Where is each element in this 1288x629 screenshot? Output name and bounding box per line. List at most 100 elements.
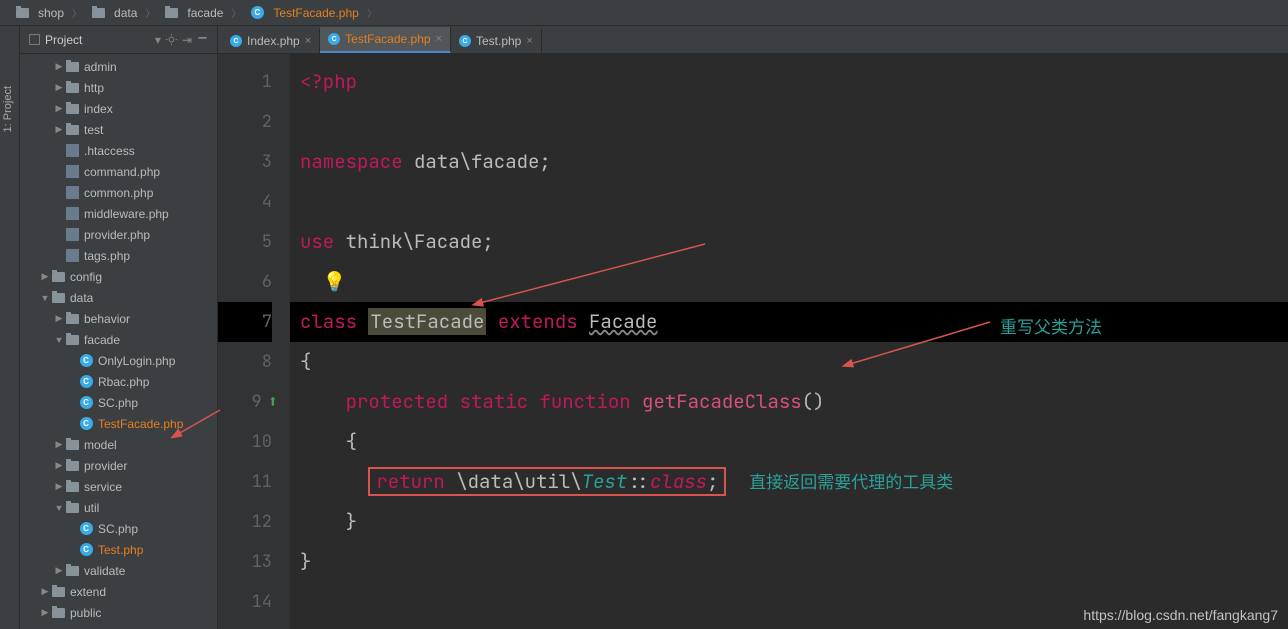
tree-item[interactable]: tags.php [20,245,217,266]
line-number[interactable]: 6 [218,262,272,302]
tree-item-label: data [70,291,93,305]
code-token: use [300,229,334,254]
editor-tab[interactable]: CTest.php× [451,29,542,53]
line-number[interactable]: 1 [218,62,272,102]
expand-arrow-icon[interactable]: ▼ [40,293,50,303]
expand-arrow-icon[interactable]: ▶ [54,124,64,135]
collapse-icon[interactable]: ⇥ [182,33,192,47]
tree-item[interactable]: CTest.php [20,539,217,560]
code-token: TestFacade [368,308,486,335]
intention-bulb-icon[interactable]: 💡 [323,269,347,294]
code-token: :: [627,469,650,494]
editor-tab[interactable]: CTestFacade.php× [320,27,451,53]
line-number[interactable]: 13 [218,542,272,582]
tree-item[interactable]: provider.php [20,224,217,245]
config-file-icon [64,143,80,159]
tree-item[interactable]: ▶ behavior [20,308,217,329]
tree-item[interactable]: CTestFacade.php [20,413,217,434]
tree-item[interactable]: CSC.php [20,392,217,413]
tree-item[interactable]: CRbac.php [20,371,217,392]
breadcrumb-label: facade [187,6,223,20]
tree-item[interactable]: ▼ data [20,287,217,308]
close-icon[interactable]: × [305,35,311,47]
config-file-icon [64,227,80,243]
tree-item[interactable]: common.php [20,182,217,203]
tree-item[interactable]: ▶test [20,119,217,140]
folder-icon [64,122,80,138]
line-number[interactable]: 14 [218,582,272,622]
line-number[interactable]: 11 [218,462,272,502]
line-number[interactable]: 8 [218,342,272,382]
tree-item[interactable]: ▶extend [20,581,217,602]
line-number[interactable]: 10 [218,422,272,462]
dropdown-icon[interactable]: ▾ [155,33,161,47]
tree-item-label: public [70,606,101,620]
settings-icon[interactable] [165,33,178,46]
tree-item[interactable]: command.php [20,161,217,182]
config-file-icon [64,164,80,180]
close-icon[interactable]: × [526,35,532,47]
breadcrumb-item[interactable]: C TestFacade.php [243,5,364,21]
line-number[interactable]: 9⬆ [218,382,272,422]
tree-item[interactable]: ▶ public [20,602,217,623]
line-number[interactable]: 3 [218,142,272,182]
line-number[interactable]: 7 [218,302,272,342]
expand-arrow-icon[interactable]: ▶ [54,82,64,93]
code-content[interactable]: <?php namespace data\facade; use think\F… [290,54,1288,629]
tree-item-label: SC.php [98,396,138,410]
editor-tab[interactable]: CIndex.php× [222,29,320,53]
folder-icon [50,584,66,600]
tree-item[interactable]: COnlyLogin.php [20,350,217,371]
tool-window-tab[interactable]: 1: Project [0,26,20,629]
breadcrumb-item[interactable]: facade [157,5,229,21]
line-number[interactable]: 4 [218,182,272,222]
breadcrumb-item[interactable]: data [84,5,143,21]
expand-arrow-icon[interactable]: ▶ [54,439,64,450]
expand-arrow-icon[interactable]: ▶ [54,103,64,114]
tree-item-label: Test.php [98,543,143,557]
hide-icon[interactable] [196,33,209,46]
tree-item[interactable]: ▶validate [20,560,217,581]
tool-window-label: 1: Project [2,86,14,132]
expand-arrow-icon[interactable]: ▶ [40,271,50,282]
php-file-icon: C [78,353,94,369]
code-token: function [539,389,642,414]
expand-arrow-icon[interactable]: ▼ [54,503,64,513]
folder-icon [50,290,66,306]
tree-item[interactable]: ▶ provider [20,455,217,476]
tree-item[interactable]: ▶index [20,98,217,119]
folder-icon [64,101,80,117]
code-token: think\Facade; [334,229,494,254]
expand-arrow-icon[interactable]: ▶ [54,460,64,471]
expand-arrow-icon[interactable]: ▼ [54,335,64,345]
expand-arrow-icon[interactable]: ▶ [54,565,64,576]
project-tree[interactable]: ▶admin▶http▶index▶test.htaccesscommand.p… [20,54,217,629]
code-editor[interactable]: 123456789⬆1011121314 <?php namespace dat… [218,54,1288,629]
tree-item[interactable]: ▶service [20,476,217,497]
tree-item[interactable]: .htaccess [20,140,217,161]
tree-item-label: provider [84,459,127,473]
expand-arrow-icon[interactable]: ▶ [54,481,64,492]
tree-item[interactable]: ▼facade [20,329,217,350]
expand-arrow-icon[interactable]: ▶ [40,586,50,597]
tree-item-label: SC.php [98,522,138,536]
tree-item[interactable]: ▶admin [20,56,217,77]
tree-item[interactable]: ▶model [20,434,217,455]
expand-arrow-icon[interactable]: ▶ [54,313,64,324]
line-number[interactable]: 12 [218,502,272,542]
tree-item-label: tags.php [84,249,130,263]
line-number[interactable]: 2 [218,102,272,142]
breadcrumb-item[interactable]: shop [8,5,70,21]
expand-arrow-icon[interactable]: ▶ [54,61,64,72]
line-number[interactable]: 5 [218,222,272,262]
tree-item[interactable]: ▼util [20,497,217,518]
tree-item[interactable]: C SC.php [20,518,217,539]
php-file-icon: C [78,521,94,537]
expand-arrow-icon[interactable]: ▶ [40,607,50,618]
tree-item[interactable]: ▶http [20,77,217,98]
override-marker-icon[interactable]: ⬆ [268,391,278,413]
tree-item[interactable]: middleware.php [20,203,217,224]
tree-item-label: behavior [84,312,130,326]
close-icon[interactable]: × [436,33,442,45]
tree-item[interactable]: ▶config [20,266,217,287]
